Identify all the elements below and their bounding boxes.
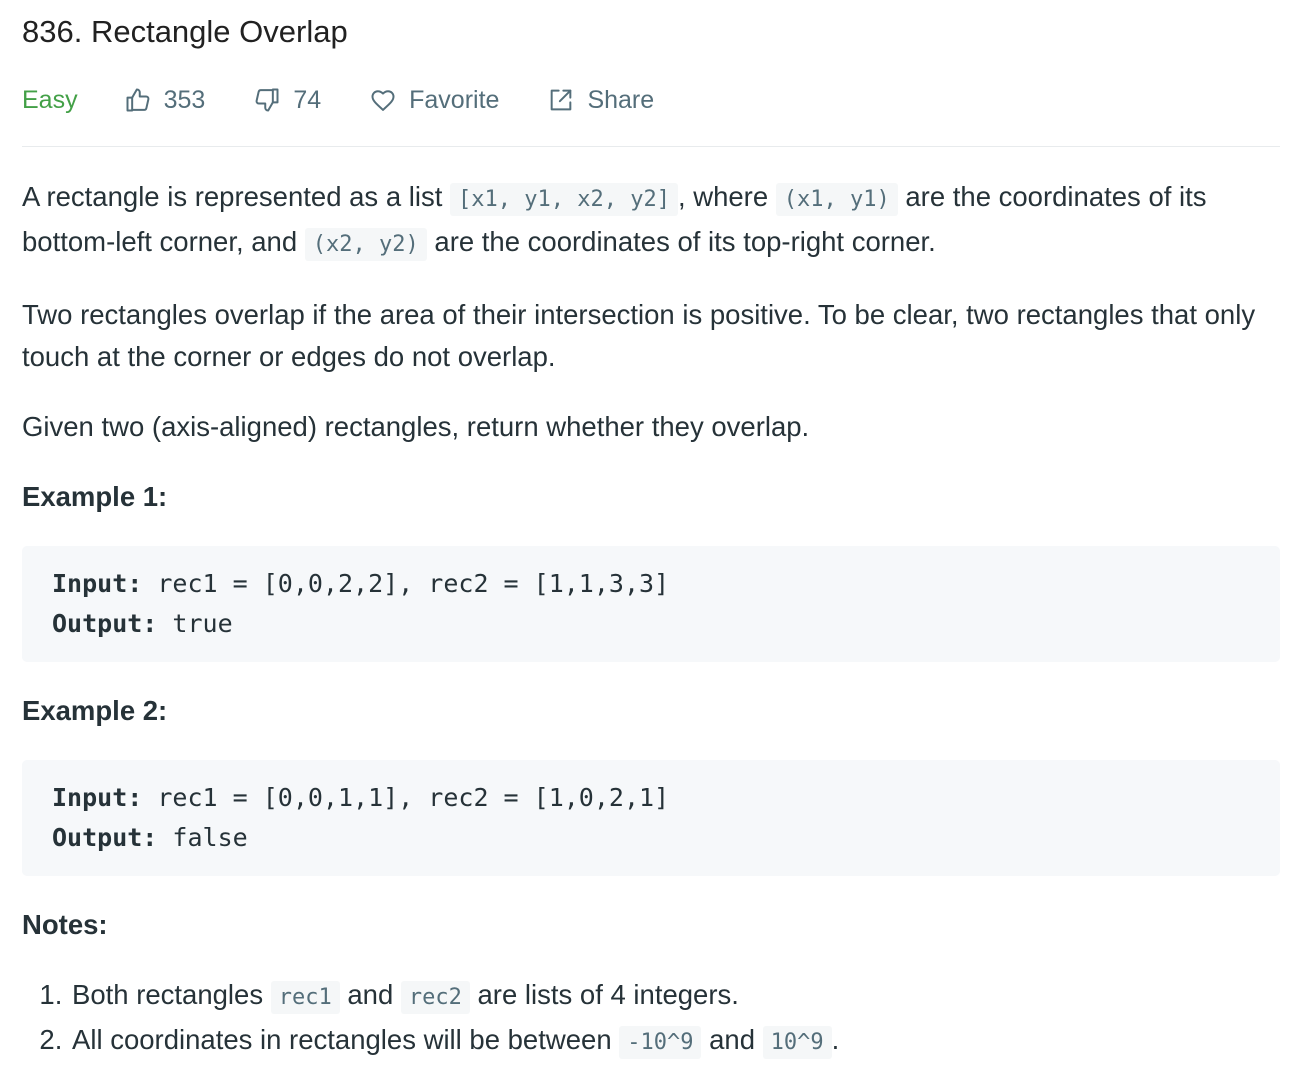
input-label: Input:: [52, 783, 143, 812]
inline-code: -10^9: [619, 1026, 702, 1059]
inline-code: rec2: [400, 981, 470, 1014]
problem-content: A rectangle is represented as a list [x1…: [22, 176, 1280, 1064]
difficulty-badge: Easy: [22, 85, 78, 114]
inline-code: 10^9: [762, 1026, 832, 1059]
description-paragraph-1: A rectangle is represented as a list [x1…: [22, 176, 1280, 266]
header-divider: [22, 146, 1280, 147]
output-label: Output:: [52, 823, 158, 852]
share-button[interactable]: Share: [547, 86, 654, 115]
input-label: Input:: [52, 569, 143, 598]
problem-title: 836. Rectangle Overlap: [22, 14, 348, 49]
note-item: Both rectangles rec1 and rec2 are lists …: [70, 974, 1280, 1019]
inline-code: [x1, y1, x2, y2]: [450, 183, 678, 216]
like-button[interactable]: 353: [124, 85, 206, 115]
share-label: Share: [587, 85, 655, 114]
example-1-heading: Example 1:: [22, 481, 168, 512]
input-value: rec1 = [0,0,1,1], rec2 = [1,0,2,1]: [142, 783, 670, 812]
output-label: Output:: [52, 609, 158, 638]
output-value: true: [157, 609, 233, 638]
share-icon: [551, 89, 572, 111]
problem-meta-bar: Easy 353 74 Favorite Share: [22, 84, 702, 116]
inline-code: rec1: [270, 981, 340, 1014]
example-2-code-block: Input: rec1 = [0,0,1,1], rec2 = [1,0,2,1…: [22, 760, 1280, 876]
inline-code: (x1, y1): [775, 183, 898, 216]
description-paragraph-3: Given two (axis-aligned) rectangles, ret…: [22, 411, 810, 442]
example-1-code-block: Input: rec1 = [0,0,2,2], rec2 = [1,1,3,3…: [22, 546, 1280, 662]
example-2-heading: Example 2:: [22, 695, 168, 726]
note-item: All coordinates in rectangles will be be…: [70, 1019, 1280, 1064]
dislike-count: 74: [293, 85, 322, 114]
description-paragraph-2: Two rectangles overlap if the area of th…: [22, 299, 1256, 372]
favorite-button[interactable]: Favorite: [369, 86, 499, 115]
like-count: 353: [163, 85, 206, 114]
input-value: rec1 = [0,0,2,2], rec2 = [1,1,3,3]: [142, 569, 670, 598]
favorite-label: Favorite: [409, 85, 500, 114]
thumbs-up-icon: [126, 88, 150, 112]
dislike-button[interactable]: 74: [253, 86, 321, 115]
notes-list: Both rectangles rec1 and rec2 are lists …: [22, 974, 1280, 1064]
heart-icon: [371, 90, 395, 111]
notes-heading: Notes:: [22, 909, 108, 940]
inline-code: (x2, y2): [304, 228, 427, 261]
output-value: false: [157, 823, 248, 852]
thumbs-down-icon: [255, 88, 279, 112]
